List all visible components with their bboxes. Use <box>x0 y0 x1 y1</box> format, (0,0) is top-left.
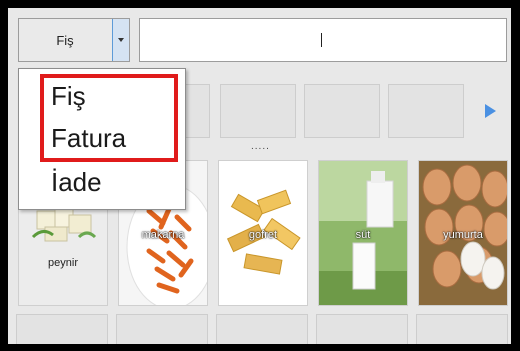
category-button[interactable] <box>304 84 380 138</box>
chevron-down-icon <box>118 38 124 42</box>
product-label: yumurta <box>443 229 483 241</box>
dropdown-option-iade[interactable]: İade <box>51 167 102 197</box>
document-type-value: Fiş <box>56 32 74 48</box>
product-tile-gofret[interactable]: gofret <box>218 160 308 306</box>
product-slot[interactable] <box>416 314 508 344</box>
product-tile-sut[interactable]: süt <box>318 160 408 306</box>
category-ellipsis: ..... <box>251 141 270 152</box>
product-slot[interactable] <box>116 314 208 344</box>
product-label: makarna <box>141 229 185 241</box>
category-button[interactable] <box>388 84 464 138</box>
category-button[interactable] <box>220 84 296 138</box>
product-tile-yumurta[interactable]: yumurta <box>418 160 508 306</box>
document-type-select[interactable]: Fiş <box>18 18 130 62</box>
pos-window: Fiş ..... peynir makarna gofret süt yumu… <box>8 8 511 344</box>
product-slot[interactable] <box>16 314 108 344</box>
product-label: gofret <box>248 229 278 241</box>
document-type-dropdown-button[interactable] <box>112 19 129 61</box>
product-label: peynir <box>48 257 78 269</box>
product-label: süt <box>355 229 371 241</box>
product-slot[interactable] <box>316 314 408 344</box>
highlight-annotation <box>40 74 178 162</box>
product-slot[interactable] <box>216 314 308 344</box>
text-caret <box>321 33 322 47</box>
next-categories-button[interactable] <box>470 84 510 138</box>
document-type-dropdown-list: Fiş Fatura İade <box>18 68 186 210</box>
play-next-icon <box>484 104 496 118</box>
search-input[interactable] <box>139 18 507 62</box>
